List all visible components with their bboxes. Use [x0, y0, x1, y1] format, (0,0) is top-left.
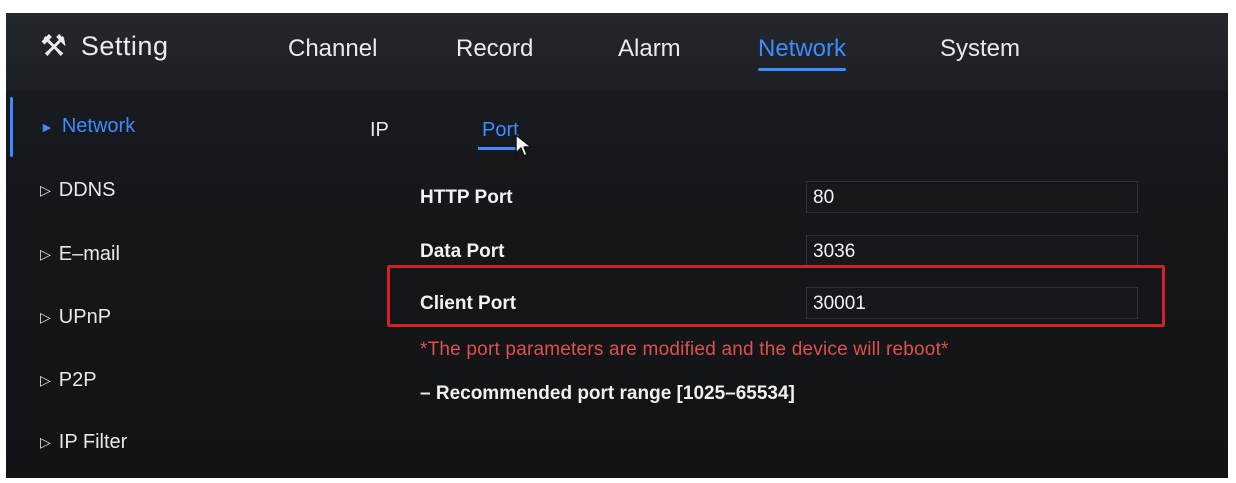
sidebar-item-label: DDNS [58, 179, 116, 201]
sidebar-item-label: P2P [58, 369, 97, 391]
http-port-label: HTTP Port [420, 187, 513, 208]
mouse-cursor-icon [515, 134, 532, 157]
app-title: Setting [80, 31, 169, 61]
sidebar-item-label: E–mail [58, 243, 120, 265]
triangle-right-outline-icon: ▷ [40, 372, 51, 388]
top-navigation-bar: ⚒ Setting Channel Record Alarm Network S… [6, 13, 1228, 91]
tools-icon: ⚒ [40, 29, 67, 63]
sidebar-item-network[interactable]: ► Network [40, 115, 135, 138]
triangle-right-outline-icon: ▷ [40, 434, 51, 450]
sidebar-item-p2p[interactable]: ▷ P2P [40, 369, 97, 392]
tab-network[interactable]: Network [758, 35, 847, 71]
sidebar-item-ip-filter[interactable]: ▷ IP Filter [40, 431, 127, 454]
sidebar-item-label: Network [61, 115, 136, 137]
reboot-warning: *The port parameters are modified and th… [420, 339, 949, 360]
sidebar [6, 91, 206, 478]
triangle-right-outline-icon: ▷ [40, 182, 51, 198]
app-logo: ⚒ Setting [40, 31, 168, 62]
triangle-right-icon: ► [40, 118, 54, 135]
tab-alarm[interactable]: Alarm [618, 35, 681, 63]
port-range-note: – Recommended port range [1025–65534] [420, 383, 795, 404]
client-port-highlight-box [387, 265, 1165, 327]
triangle-right-outline-icon: ▷ [40, 246, 51, 262]
triangle-right-outline-icon: ▷ [40, 309, 51, 325]
settings-screen: ⚒ Setting Channel Record Alarm Network S… [6, 13, 1228, 478]
sidebar-item-label: UPnP [58, 306, 112, 328]
sidebar-item-upnp[interactable]: ▷ UPnP [40, 306, 111, 329]
subtab-ip[interactable]: IP [370, 119, 389, 142]
sidebar-active-indicator [10, 97, 13, 157]
data-port-label: Data Port [420, 241, 505, 262]
http-port-field[interactable]: 80 [806, 181, 1138, 213]
tab-channel[interactable]: Channel [288, 35, 377, 63]
data-port-field[interactable]: 3036 [806, 235, 1138, 267]
sidebar-item-ddns[interactable]: ▷ DDNS [40, 179, 115, 202]
sidebar-item-label: IP Filter [58, 431, 128, 453]
tab-record[interactable]: Record [456, 35, 533, 63]
tab-system[interactable]: System [940, 35, 1020, 63]
sidebar-item-email[interactable]: ▷ E–mail [40, 243, 120, 266]
